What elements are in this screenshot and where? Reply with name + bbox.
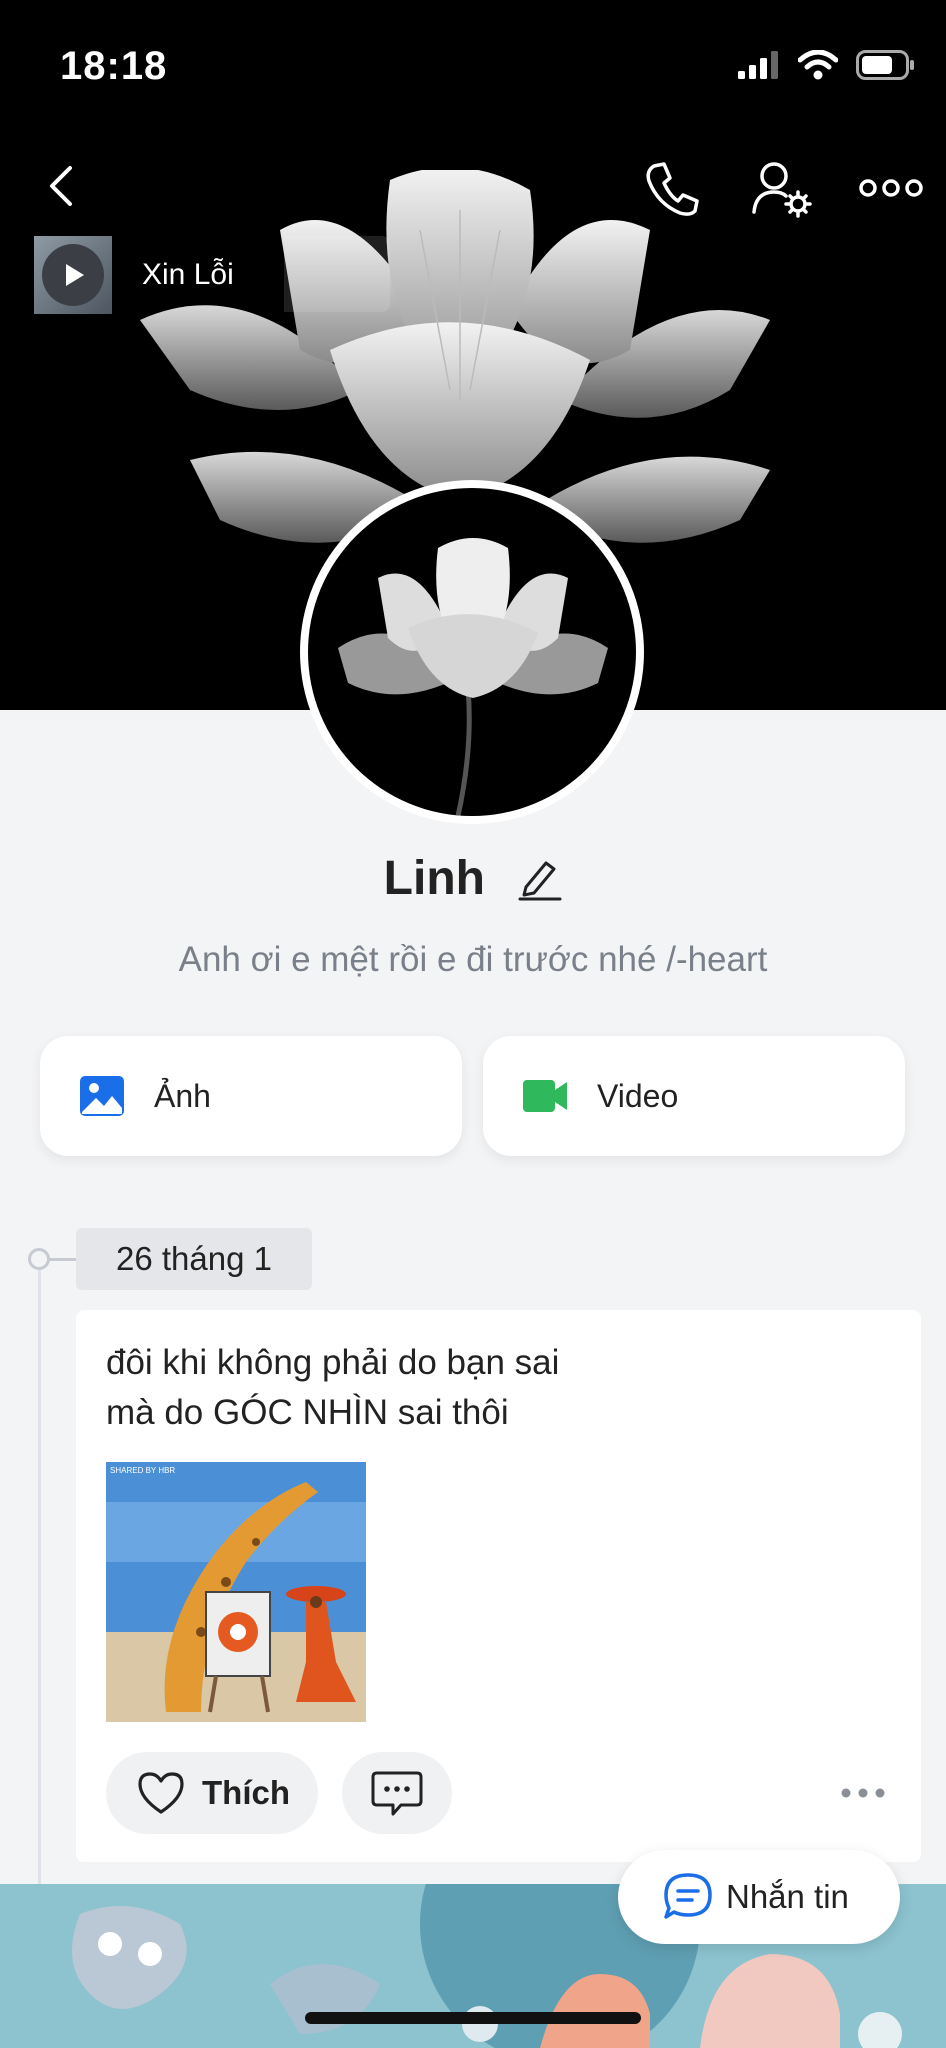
profile-bio: Anh ơi e mệt rồi e đi trước nhé /-heart [178,940,768,979]
music-thumbnail [34,236,112,314]
timeline-dot [28,1248,50,1270]
music-title: Xin Lỗi [142,258,234,291]
video-camera-icon [523,1080,567,1112]
post-text-line: đôi khi không phải do bạn sai [106,1343,560,1382]
top-nav [0,150,946,230]
play-icon[interactable] [42,244,104,306]
avatar[interactable] [300,480,644,824]
post-text: đôi khi không phải do bạn sai mà do GÓC … [106,1338,886,1438]
avatar-image [308,488,636,816]
music-frame [284,236,390,312]
profile-settings-icon[interactable] [748,156,818,220]
like-label: Thích [202,1774,290,1811]
like-button[interactable]: Thích [106,1752,318,1834]
status-bar: 18:18 [0,0,946,140]
profile-name: Linh [383,851,485,905]
timeline-date: 26 tháng 1 [76,1228,312,1290]
back-chevron-icon[interactable] [36,156,96,216]
phone-icon[interactable] [640,156,704,220]
profile-screen: 18:18 Xin Lỗi Linh Anh ơi e mệt rồi e đi… [0,0,946,2048]
edit-pencil-icon[interactable] [516,855,562,901]
photo-icon [80,1076,124,1116]
chat-bubble-icon [664,1873,712,1919]
videos-label: Video [597,1077,679,1114]
home-indicator [305,2012,641,2024]
post-text-line: mà do GÓC NHÌN sai thôi [106,1393,509,1432]
post-image[interactable]: SHARED BY HBR [106,1462,366,1722]
signal-icon [738,51,778,79]
message-button[interactable]: Nhắn tin [618,1850,900,1944]
videos-button[interactable]: Video [483,1036,905,1156]
profile-name-row: Linh [0,848,946,906]
post-more-icon[interactable] [838,1780,888,1806]
comment-icon [371,1771,423,1816]
profile-music[interactable]: Xin Lỗi [34,236,390,314]
photos-button[interactable]: Ảnh [40,1036,462,1156]
battery-icon [856,50,914,80]
post-image-caption: SHARED BY HBR [110,1466,176,1475]
timeline-post: đôi khi không phải do bạn sai mà do GÓC … [76,1310,921,1862]
timeline-connector [48,1258,76,1261]
status-icons [738,50,916,80]
more-options-icon[interactable] [858,158,924,218]
photos-label: Ảnh [154,1077,211,1114]
wifi-icon [798,50,838,80]
status-time: 18:18 [60,44,168,88]
message-label: Nhắn tin [726,1878,849,1915]
heart-icon [138,1772,184,1814]
comment-button[interactable] [342,1752,452,1834]
